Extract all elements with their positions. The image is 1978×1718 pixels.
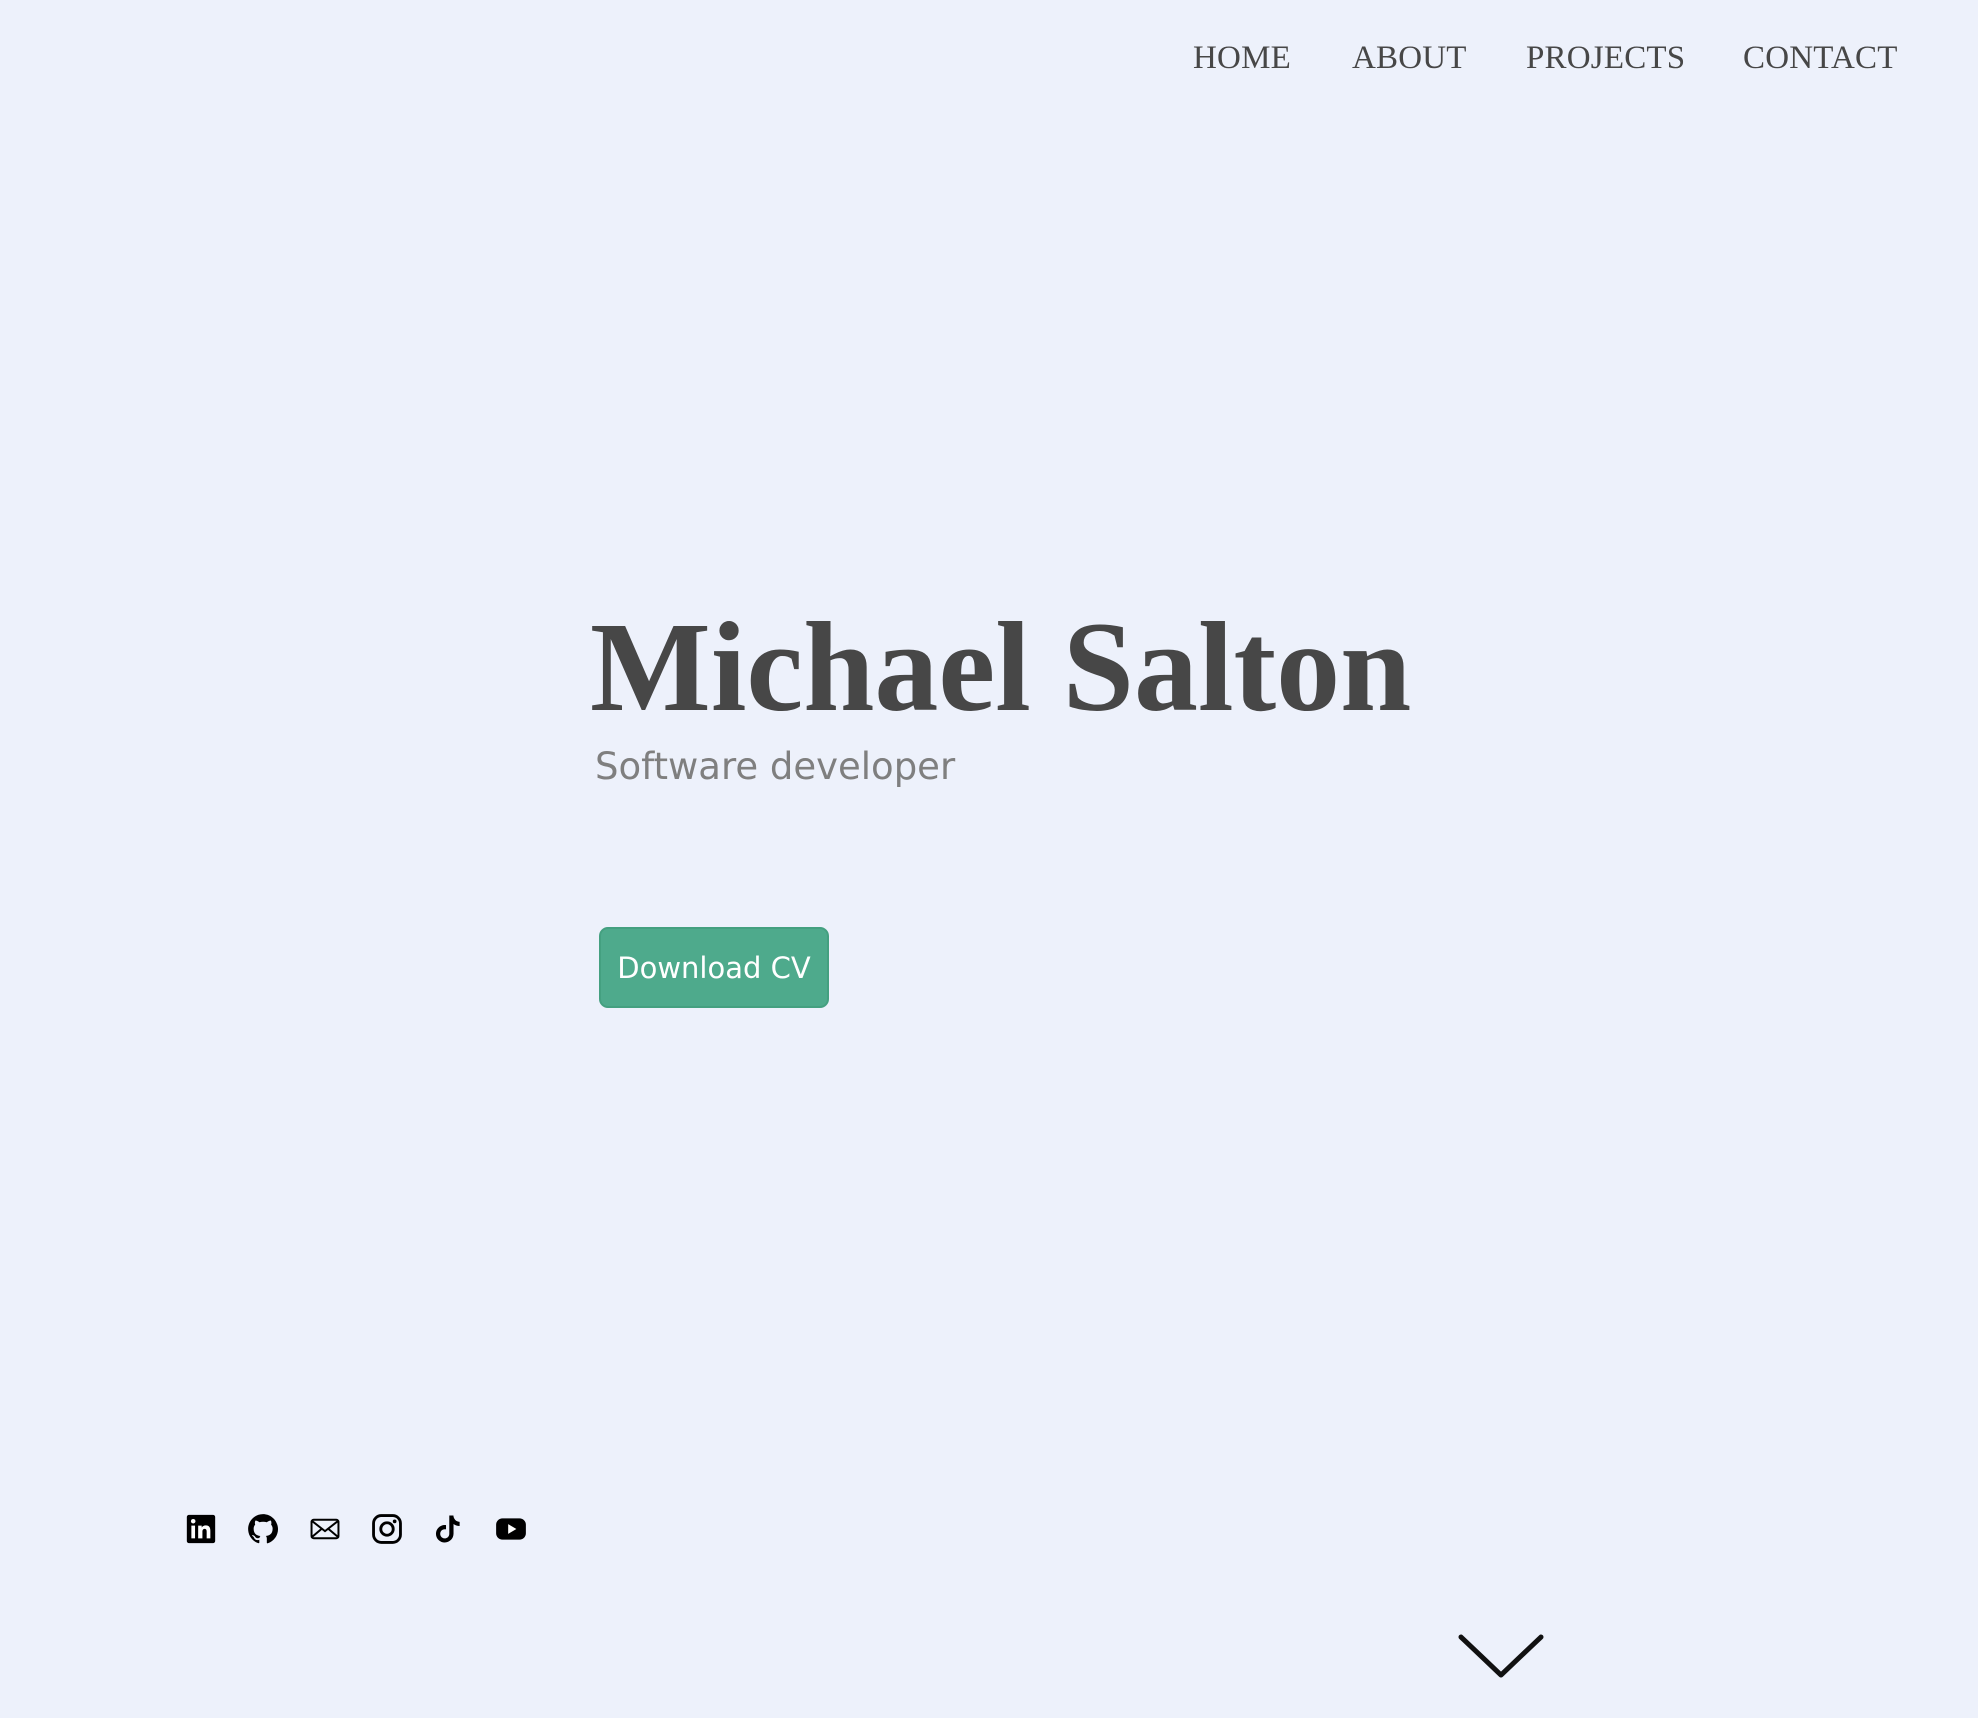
- nav-link-home[interactable]: HOME: [1193, 40, 1291, 77]
- nav-link-contact[interactable]: CONTACT: [1743, 40, 1898, 77]
- main-nav: HOME ABOUT PROJECTS CONTACT: [1160, 40, 1898, 86]
- github-icon[interactable]: [246, 1512, 280, 1546]
- linkedin-icon[interactable]: [184, 1512, 218, 1546]
- tiktok-icon[interactable]: [432, 1512, 466, 1546]
- social-links: [184, 1512, 534, 1546]
- hero-role: Software developer: [595, 745, 956, 788]
- nav-link-about[interactable]: ABOUT: [1352, 40, 1467, 77]
- email-icon[interactable]: [308, 1512, 342, 1546]
- youtube-icon[interactable]: [494, 1512, 528, 1546]
- chevron-down-icon: [1458, 1634, 1544, 1678]
- download-cv-button[interactable]: Download CV: [599, 927, 829, 1008]
- hero-name: Michael Salton: [590, 596, 1412, 738]
- instagram-icon[interactable]: [370, 1512, 404, 1546]
- scroll-down-chevron[interactable]: [1458, 1632, 1544, 1680]
- nav-link-projects[interactable]: PROJECTS: [1526, 40, 1685, 77]
